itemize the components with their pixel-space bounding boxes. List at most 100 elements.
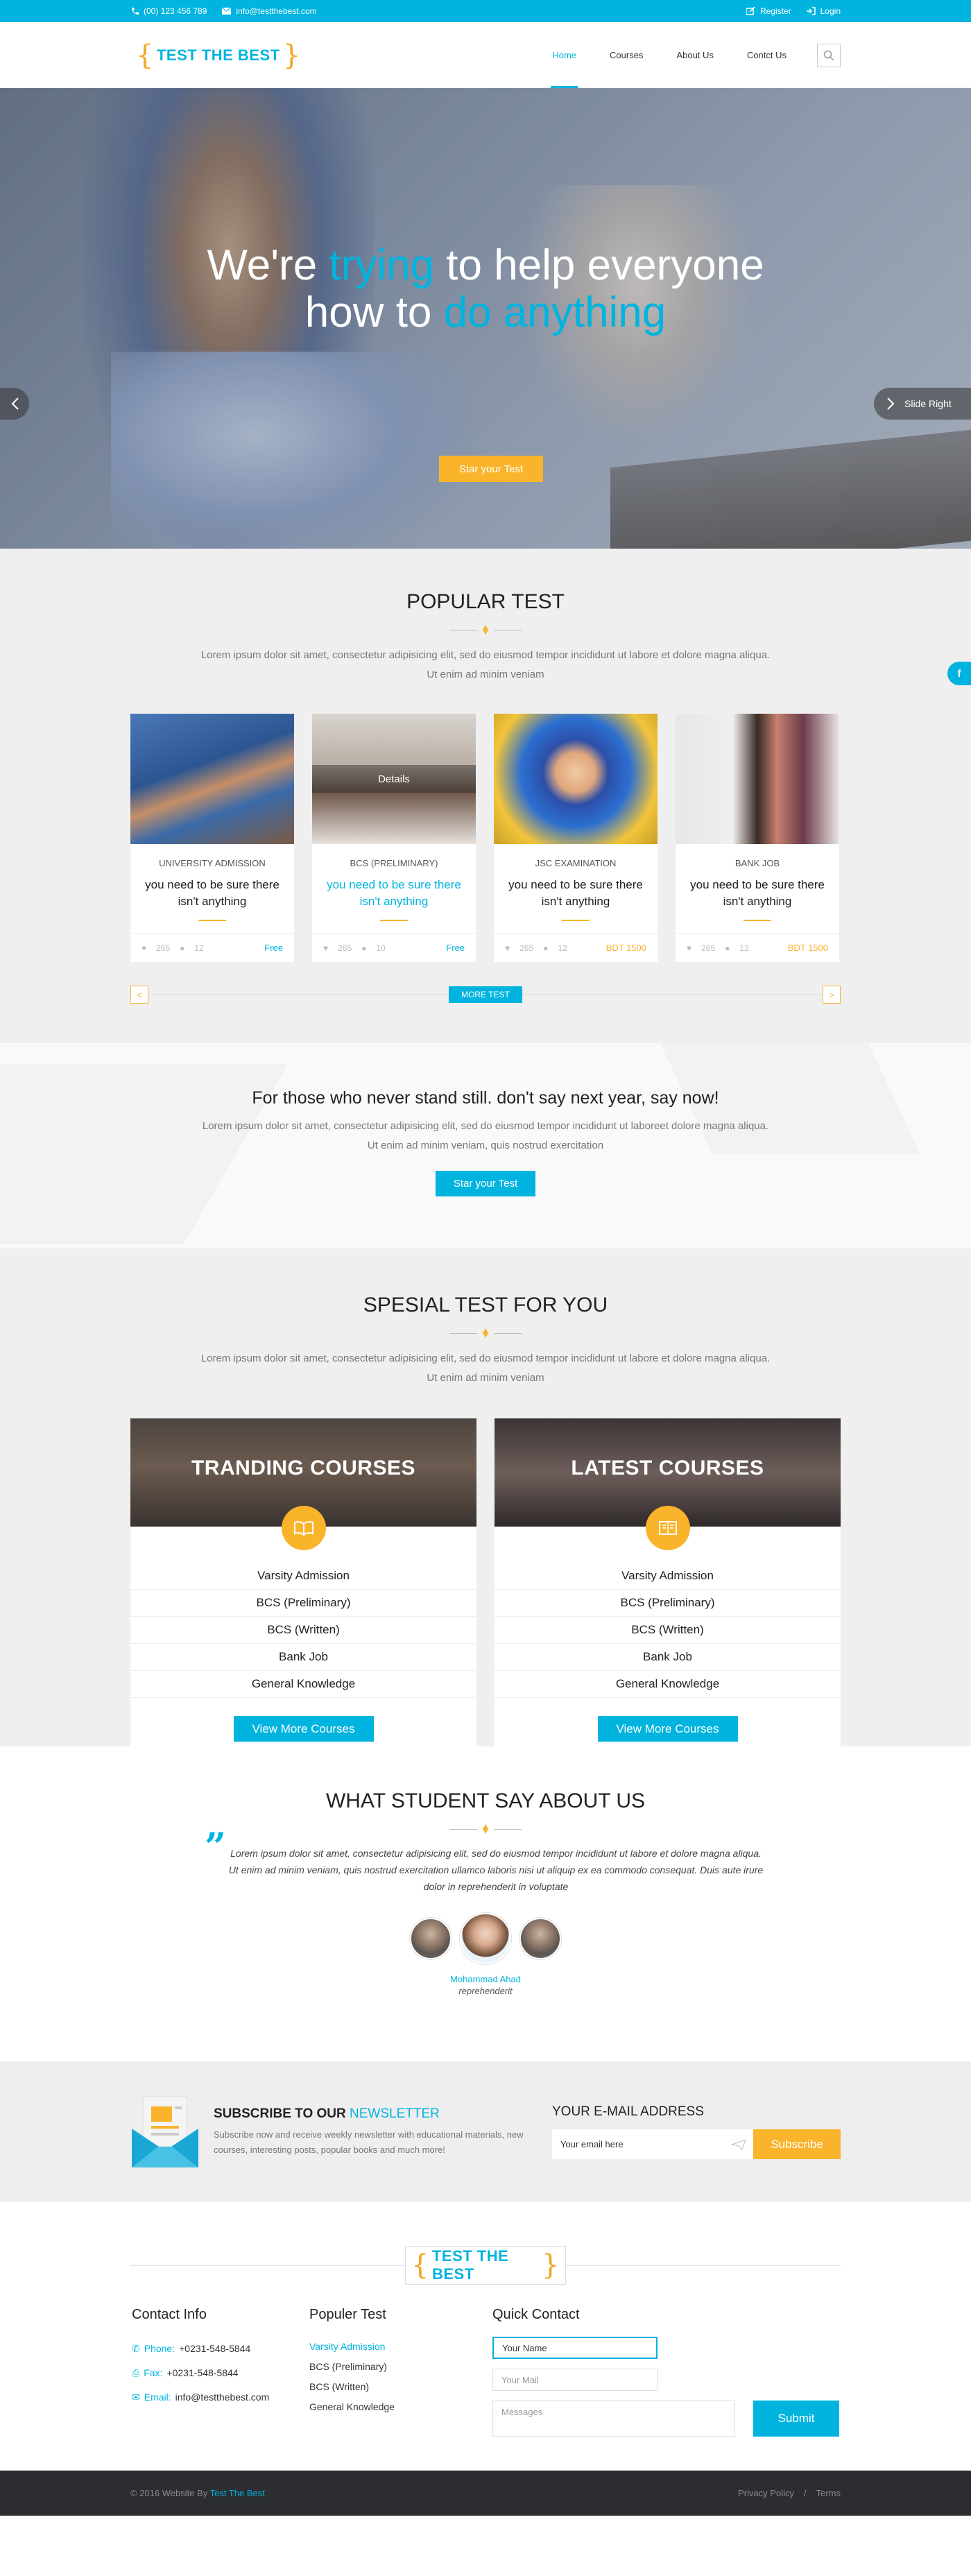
- logo-brace-open: {: [411, 2249, 429, 2281]
- course-item[interactable]: General Knowledge: [495, 1671, 841, 1698]
- register-label: Register: [759, 6, 791, 16]
- test-card[interactable]: UNIVERSITY ADMISSION you need to be sure…: [130, 714, 294, 962]
- special-test-section: SPESIAL TEST FOR YOU Lorem ipsum dolor s…: [0, 1248, 971, 1762]
- course-item[interactable]: BCS (Written): [130, 1617, 476, 1644]
- messages-textarea[interactable]: Messages: [492, 2401, 735, 2437]
- more-test-button[interactable]: MORE TEST: [449, 986, 522, 1003]
- newsletter-email-input[interactable]: Your email here: [552, 2129, 753, 2159]
- search-button[interactable]: [817, 43, 841, 67]
- copyright-text: © 2016 Website By: [130, 2488, 210, 2498]
- title-separator: [0, 1328, 971, 1338]
- card-image-girl-exam: Details: [312, 714, 476, 844]
- footer-logo[interactable]: { TEST THE BEST }: [405, 2246, 566, 2285]
- newsletter-title-b: NEWSLETTER: [350, 2106, 440, 2121]
- course-item[interactable]: Bank Job: [130, 1644, 476, 1671]
- newsletter-title: SUBSCRIBE TO OUR NEWSLETTER: [214, 2106, 531, 2122]
- course-item[interactable]: BCS (Preliminary): [495, 1590, 841, 1617]
- nav-home[interactable]: Home: [535, 22, 593, 88]
- avatar[interactable]: [519, 1918, 561, 1959]
- course-item[interactable]: Varsity Admission: [130, 1563, 476, 1590]
- popular-pager: < MORE TEST >: [130, 986, 841, 1004]
- copyright-brand-link[interactable]: Test The Best: [210, 2488, 265, 2498]
- card-title: you need to be sure there isn't anything: [690, 878, 825, 908]
- nav-contact-us[interactable]: Contct Us: [730, 22, 803, 88]
- card-divider: [744, 920, 771, 921]
- login-link[interactable]: Login: [806, 6, 841, 16]
- legal-separator: /: [803, 2488, 807, 2498]
- view-more-courses-button[interactable]: View More Courses: [233, 1716, 374, 1742]
- avatar[interactable]: [410, 1918, 452, 1959]
- paper-plane-icon: [731, 2139, 746, 2150]
- terms-link[interactable]: Terms: [816, 2488, 841, 2498]
- card-image-student-stack: [130, 714, 294, 844]
- newsletter-label: YOUR E-MAIL ADDRESS: [552, 2104, 704, 2119]
- hero-headline: We're trying to help everyone how to do …: [0, 242, 971, 336]
- cta-start-test-button[interactable]: Star your Test: [435, 1171, 536, 1196]
- hero-text-highlight-1: trying: [329, 241, 435, 289]
- your-mail-input[interactable]: Your Mail: [492, 2369, 658, 2391]
- hero-text-1: We're: [207, 241, 329, 289]
- site-logo[interactable]: { TEST THE BEST }: [130, 42, 307, 69]
- newsletter-desc: Subscribe now and receive weekly newslet…: [214, 2129, 524, 2155]
- footer-link[interactable]: BCS (Written): [309, 2377, 492, 2397]
- card-title[interactable]: you need to be sure there isn't anything: [312, 877, 476, 910]
- phone-icon: ✆: [132, 2343, 140, 2354]
- phone-value: +0231-548-5844: [179, 2343, 251, 2354]
- test-card[interactable]: JSC EXAMINATION you need to be sure ther…: [494, 714, 658, 962]
- card-image-graduate-kid: [494, 714, 658, 844]
- newsletter-envelope-icon: [130, 2094, 200, 2170]
- fax-value: +0231-548-5844: [166, 2367, 239, 2378]
- card-category: JSC EXAMINATION: [535, 858, 617, 868]
- card-category: BCS (PRELIMINARY): [350, 858, 438, 868]
- cta-lead: Lorem ipsum dolor sit amet, consectetur …: [202, 1120, 769, 1151]
- hero-start-test-button[interactable]: Star your Test: [439, 456, 543, 482]
- submit-button[interactable]: Submit: [753, 2401, 839, 2437]
- quick-contact-form: Your Name Your Mail Messages Submit: [492, 2337, 839, 2437]
- footer-link[interactable]: General Knowledge: [309, 2397, 492, 2417]
- test-card[interactable]: BANK JOB you need to be sure there isn't…: [676, 714, 839, 962]
- course-item[interactable]: BCS (Preliminary): [130, 1590, 476, 1617]
- login-icon: [806, 7, 816, 15]
- slider-next-button[interactable]: Slide Right: [874, 388, 971, 420]
- next-arrow-button[interactable]: >: [822, 986, 841, 1004]
- register-icon: [746, 7, 755, 15]
- fax-icon: ⎙: [132, 2367, 140, 2378]
- prev-arrow-button[interactable]: <: [130, 986, 148, 1004]
- testimonial-name: Mohammad Ahad: [450, 1974, 521, 1984]
- likes-icon: ♥: [323, 943, 329, 953]
- subscribe-button[interactable]: Subscribe: [753, 2129, 841, 2159]
- hero-text-3: how to: [304, 289, 444, 336]
- course-item[interactable]: General Knowledge: [130, 1671, 476, 1698]
- email-value[interactable]: info@testthebest.com: [175, 2385, 270, 2410]
- newsletter-form-row: Your email here Subscribe: [552, 2129, 841, 2159]
- popular-title: POPULAR TEST: [406, 590, 565, 613]
- phone-info: (00) 123 456 789: [130, 6, 207, 16]
- card-title: you need to be sure there isn't anything: [508, 878, 643, 908]
- email-label: Email:: [144, 2392, 171, 2403]
- nav-about-us[interactable]: About Us: [660, 22, 730, 88]
- card-divider: [562, 920, 590, 921]
- popular-cards: UNIVERSITY ADMISSION you need to be sure…: [130, 714, 841, 962]
- course-item[interactable]: Bank Job: [495, 1644, 841, 1671]
- top-bar: (00) 123 456 789 info@testthebest.com Re…: [0, 0, 971, 22]
- test-card[interactable]: Details BCS (PRELIMINARY) you need to be…: [312, 714, 476, 962]
- view-more-courses-button[interactable]: View More Courses: [597, 1716, 738, 1742]
- avatar-active[interactable]: [460, 1913, 511, 1964]
- logo-brace-open: {: [136, 39, 154, 71]
- card-title: you need to be sure there isn't anything: [145, 878, 280, 908]
- course-item[interactable]: BCS (Written): [495, 1617, 841, 1644]
- course-item[interactable]: Varsity Admission: [495, 1563, 841, 1590]
- quick-contact-column: Quick Contact Your Name Your Mail Messag…: [492, 2307, 839, 2437]
- footer-link[interactable]: Varsity Admission: [309, 2337, 492, 2357]
- card-details-button[interactable]: Details: [312, 765, 476, 793]
- footer-link[interactable]: BCS (Preliminary): [309, 2357, 492, 2377]
- testimonial-role: reprehenderit: [458, 1986, 513, 1996]
- mail-icon: [222, 8, 232, 15]
- email-info[interactable]: info@testthebest.com: [222, 6, 317, 16]
- your-name-input[interactable]: Your Name: [492, 2337, 658, 2359]
- popular-test-section: POPULAR TEST Lorem ipsum dolor sit amet,…: [0, 549, 971, 1043]
- register-link[interactable]: Register: [746, 6, 791, 16]
- nav-courses[interactable]: Courses: [593, 22, 660, 88]
- privacy-policy-link[interactable]: Privacy Policy: [738, 2488, 794, 2498]
- facebook-icon[interactable]: f: [947, 662, 971, 685]
